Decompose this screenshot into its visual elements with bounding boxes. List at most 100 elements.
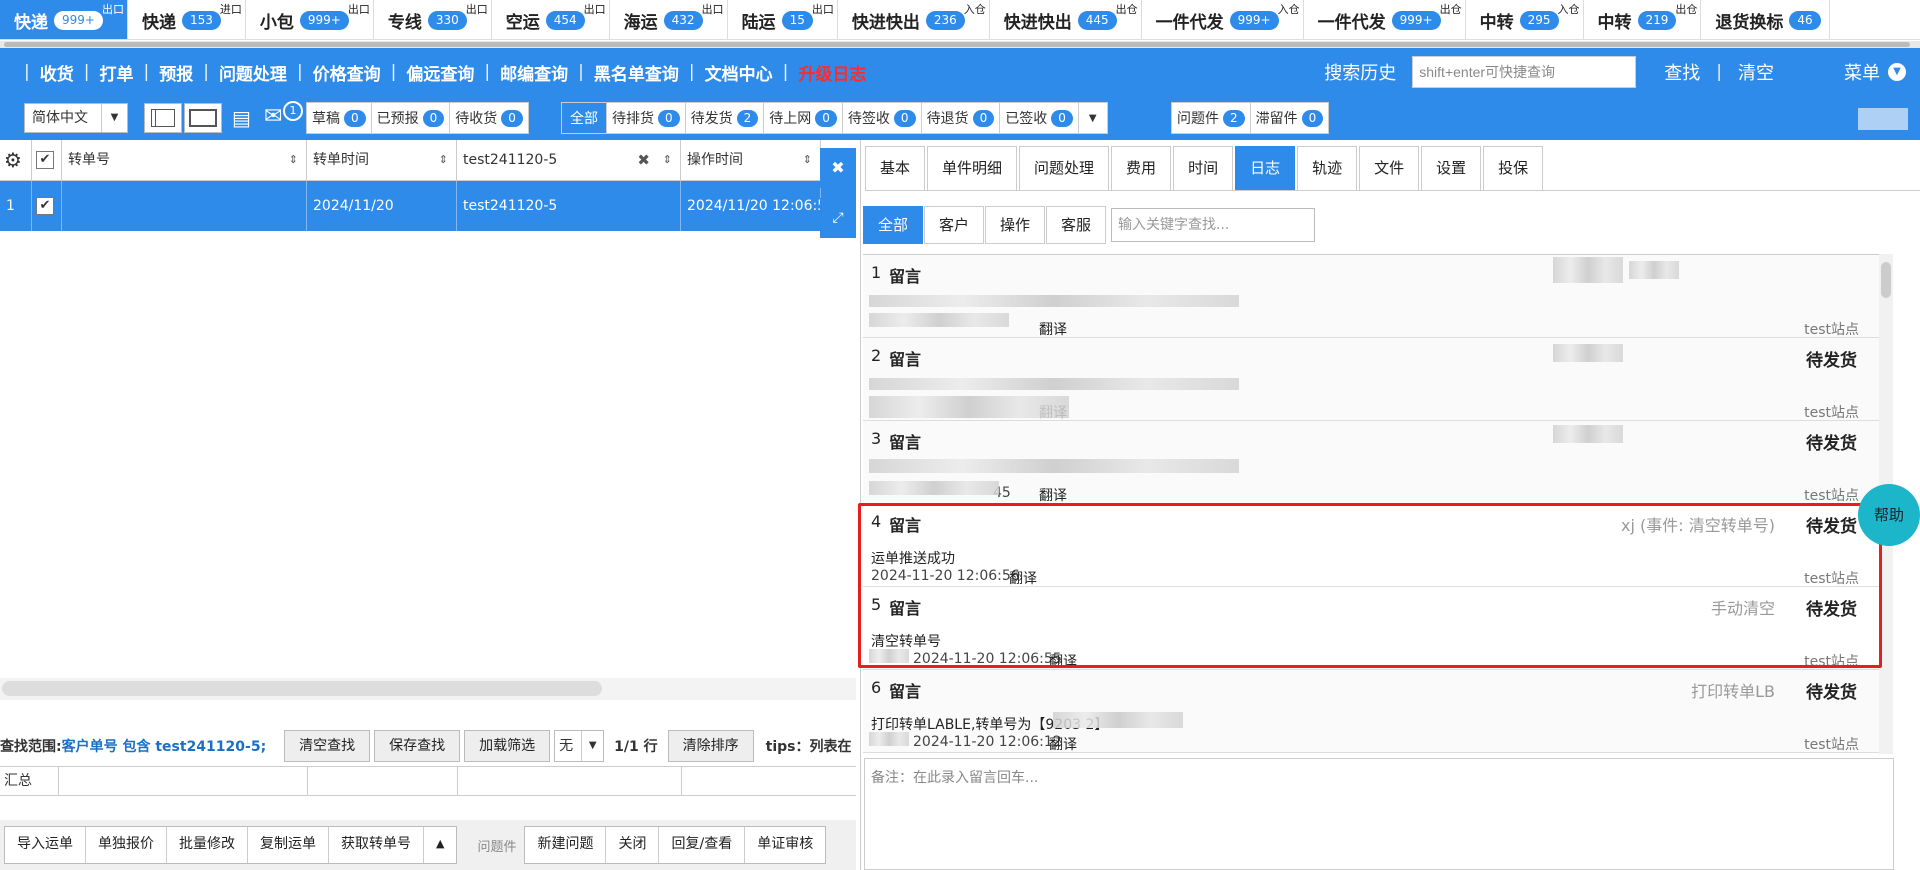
- status-filter[interactable]: 待签收 0: [843, 103, 922, 133]
- nav-item-upgrade-log[interactable]: 升级日志: [798, 60, 866, 85]
- remark-input[interactable]: 备注：在此录入留言回车...: [864, 758, 1894, 870]
- clear-sort-button[interactable]: 清除排序: [667, 730, 754, 762]
- status-filter[interactable]: 待发货 2: [686, 103, 765, 133]
- translate-link[interactable]: 翻译: [1049, 734, 1077, 754]
- action-button[interactable]: 复制运单: [248, 827, 329, 863]
- mail-icon[interactable]: ✉: [264, 104, 282, 129]
- save-find-button[interactable]: 保存查找: [374, 730, 461, 762]
- top-tab[interactable]: 中转 219 出仓: [1584, 0, 1702, 39]
- col-header-transfer-no[interactable]: 转单号 ⇕: [62, 140, 307, 181]
- status-all[interactable]: 全部: [562, 103, 607, 133]
- search-history-link[interactable]: 搜索历史: [1324, 59, 1396, 85]
- col-header-customer-no[interactable]: test241120-5 ✖ ⇕: [457, 140, 681, 181]
- status-filter[interactable]: 待上网 0: [764, 103, 843, 133]
- col-header-transfer-time[interactable]: 转单时间 ⇕: [307, 140, 457, 181]
- keyword-search-input[interactable]: 输入关键字查找...: [1111, 208, 1315, 242]
- detail-tab[interactable]: 轨迹: [1297, 146, 1358, 190]
- detail-tab[interactable]: 设置: [1421, 146, 1482, 190]
- top-tabs-scrollbar[interactable]: [0, 41, 1920, 48]
- action-button[interactable]: 单证审核: [745, 827, 825, 863]
- top-tab[interactable]: 快进快出 236 入仓: [838, 0, 990, 39]
- detail-tab[interactable]: 时间: [1173, 146, 1234, 190]
- view-split-button[interactable]: [144, 103, 182, 133]
- action-button[interactable]: 回复/查看: [659, 827, 746, 863]
- sort-icon[interactable]: ⇕: [289, 140, 298, 180]
- sort-icon[interactable]: ⇕: [439, 140, 448, 180]
- top-tab[interactable]: 专线 330 出口: [374, 0, 492, 39]
- table-row[interactable]: 1 ✔ 2024/11/20 12:03:27 test241120-5 202…: [0, 181, 856, 264]
- action-button[interactable]: 导入运单: [5, 827, 86, 863]
- top-tab[interactable]: 陆运 15 出口: [728, 0, 838, 39]
- nav-item[interactable]: 打单: [99, 60, 133, 85]
- action-button[interactable]: 新建问题: [525, 827, 607, 863]
- menu-button[interactable]: 菜单 ▼: [1844, 59, 1906, 85]
- quick-search-input[interactable]: shift+enter可快捷查询: [1412, 56, 1637, 88]
- log-filter-tab[interactable]: 客户: [924, 206, 985, 244]
- detail-tab[interactable]: 单件明细: [927, 146, 1018, 190]
- top-tab[interactable]: 退货换标 46: [1701, 0, 1830, 39]
- nav-item[interactable]: 黑名单查询: [594, 60, 679, 85]
- chevron-up-icon[interactable]: ▲: [424, 827, 456, 863]
- nav-item[interactable]: 文档中心: [705, 60, 773, 85]
- action-button[interactable]: 获取转单号: [329, 827, 424, 863]
- help-button[interactable]: 帮助: [1858, 484, 1920, 546]
- more-status-dropdown[interactable]: ▼: [1079, 103, 1107, 133]
- row-checkbox[interactable]: ✔: [32, 181, 62, 231]
- sort-icon[interactable]: ⇕: [803, 140, 812, 180]
- detail-tab[interactable]: 文件: [1359, 146, 1420, 190]
- top-tab[interactable]: 快递 999+ 出口: [0, 0, 128, 39]
- status-filter[interactable]: 已预报 0: [372, 103, 451, 133]
- action-button[interactable]: 关闭: [606, 827, 660, 863]
- status-filter[interactable]: 问题件 2: [1172, 103, 1251, 133]
- top-tab[interactable]: 海运 432 出口: [610, 0, 728, 39]
- status-filter[interactable]: 滞留件 0: [1251, 103, 1329, 133]
- action-button[interactable]: 单独报价: [86, 827, 167, 863]
- filter-select[interactable]: 无 ▼: [554, 730, 605, 762]
- detail-tab[interactable]: 问题处理: [1019, 146, 1110, 190]
- translate-link[interactable]: 翻译: [1039, 485, 1067, 505]
- top-tab[interactable]: 一件代发 999+ 入仓: [1142, 0, 1304, 39]
- translate-link[interactable]: 翻译: [1039, 319, 1067, 339]
- nav-item[interactable]: 偏远查询: [406, 60, 474, 85]
- log-filter-tab[interactable]: 操作: [985, 206, 1046, 244]
- load-filter-button[interactable]: 加载筛选: [464, 730, 551, 762]
- status-filter[interactable]: 待收货 0: [450, 103, 528, 133]
- gear-icon[interactable]: ⚙: [0, 140, 32, 181]
- select-all-checkbox[interactable]: ✔: [32, 140, 62, 181]
- detail-tab[interactable]: 日志: [1235, 146, 1296, 190]
- clear-button[interactable]: 清空: [1738, 59, 1774, 85]
- top-tab[interactable]: 中转 295 入仓: [1466, 0, 1584, 39]
- nav-item[interactable]: 价格查询: [313, 60, 381, 85]
- close-icon[interactable]: ✖: [637, 140, 650, 180]
- view-full-button[interactable]: [184, 103, 222, 133]
- user-avatar[interactable]: [1858, 108, 1908, 130]
- list-icon[interactable]: ▤: [232, 106, 251, 130]
- expand-icon[interactable]: ⤢: [820, 198, 856, 238]
- status-filter[interactable]: 待退货 0: [922, 103, 1001, 133]
- nav-item[interactable]: 邮编查询: [500, 60, 568, 85]
- close-panel-icon[interactable]: ✖: [820, 148, 856, 188]
- nav-item[interactable]: 预报: [159, 60, 193, 85]
- detail-tab[interactable]: 投保: [1483, 146, 1544, 190]
- detail-tab[interactable]: 费用: [1111, 146, 1172, 190]
- find-button[interactable]: 查找: [1664, 59, 1700, 85]
- detail-tab[interactable]: 基本: [865, 146, 926, 190]
- top-tab[interactable]: 快进快出 445 出仓: [990, 0, 1142, 39]
- top-tab[interactable]: 空运 454 出口: [492, 0, 610, 39]
- top-tab[interactable]: 快递 153 进口: [128, 0, 246, 39]
- grid-horizontal-scrollbar[interactable]: [0, 678, 856, 700]
- status-filter[interactable]: 已签收 0: [1000, 103, 1079, 133]
- top-tab[interactable]: 小包 999+ 出口: [246, 0, 374, 39]
- log-filter-tab[interactable]: 全部: [863, 206, 924, 244]
- top-tab[interactable]: 一件代发 999+ 出仓: [1304, 0, 1466, 39]
- col-header-op-time[interactable]: 操作时间 ⇕: [681, 140, 821, 181]
- language-select[interactable]: 简体中文 ▼: [24, 103, 128, 133]
- nav-item[interactable]: 问题处理: [219, 60, 287, 85]
- clear-find-button[interactable]: 清空查找: [284, 730, 371, 762]
- sort-icon[interactable]: ⇕: [663, 140, 672, 180]
- action-button[interactable]: 批量修改: [167, 827, 248, 863]
- nav-item[interactable]: 收货: [40, 60, 74, 85]
- status-filter[interactable]: 待排货 0: [607, 103, 686, 133]
- log-filter-tab[interactable]: 客服: [1046, 206, 1107, 244]
- status-filter[interactable]: 草稿 0: [307, 103, 372, 133]
